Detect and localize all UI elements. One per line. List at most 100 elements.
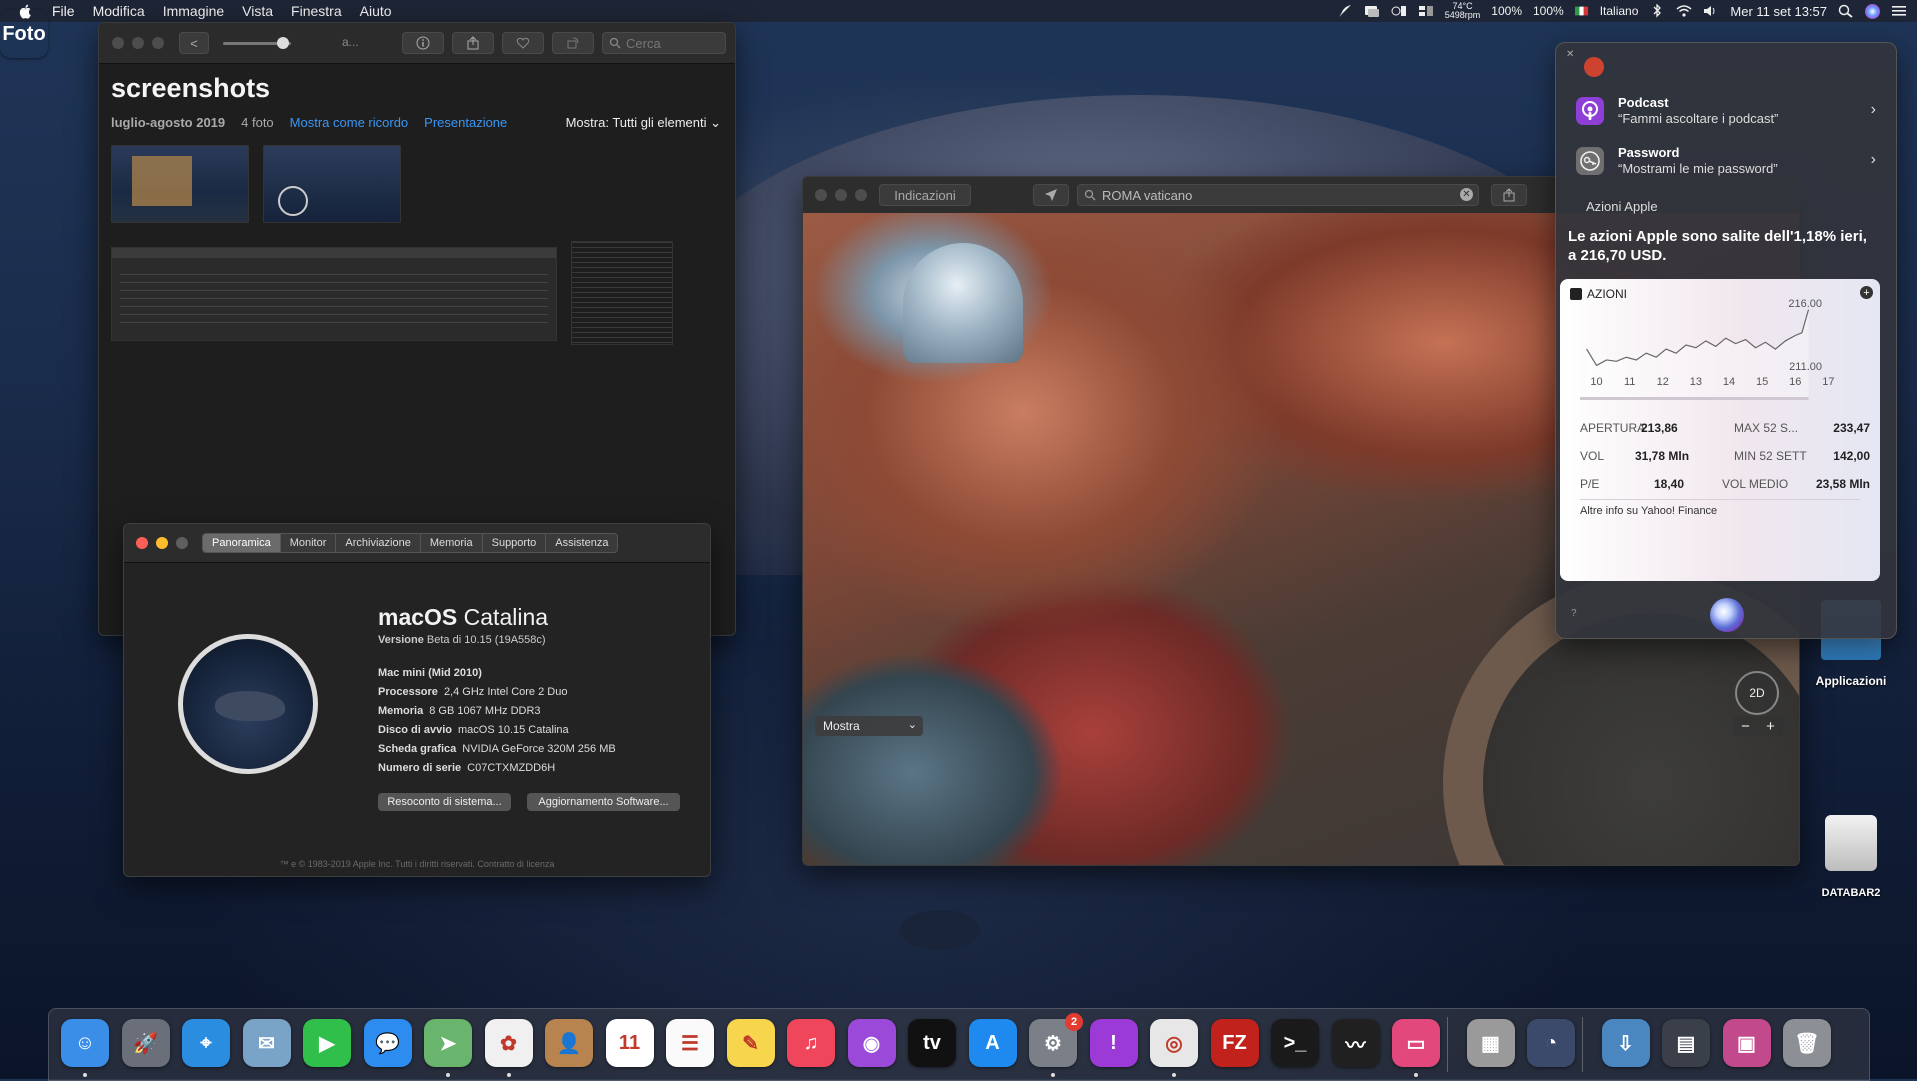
battery-percent-1[interactable]: 100% bbox=[1491, 4, 1522, 18]
facetime-icon[interactable]: ▶ bbox=[303, 1019, 351, 1067]
photo-thumbnail[interactable] bbox=[111, 145, 249, 223]
zoom-button[interactable] bbox=[855, 189, 867, 201]
screenshots-stack-icon[interactable]: ▤ bbox=[1662, 1019, 1710, 1067]
menu-file[interactable]: File bbox=[52, 3, 75, 19]
share-button[interactable] bbox=[1491, 184, 1527, 206]
cpu-temp-fan[interactable]: 74°C 5498rpm bbox=[1445, 2, 1481, 20]
menu-app-name[interactable]: Foto bbox=[0, 10, 48, 58]
reminders-icon[interactable]: ☰ bbox=[666, 1019, 714, 1067]
safari-icon[interactable]: ⌖ bbox=[182, 1019, 230, 1067]
show-as-memory-link[interactable]: Mostra come ricordo bbox=[290, 115, 408, 130]
show-filter-dropdown[interactable]: Mostra: Tutti gli elementi ⌄ bbox=[566, 115, 721, 131]
finder-icon[interactable]: ☺ bbox=[61, 1019, 109, 1067]
screen-sharing-icon[interactable]: ▣ bbox=[1722, 1019, 1771, 1067]
tab-supporto[interactable]: Supporto bbox=[481, 534, 546, 552]
slider-knob[interactable] bbox=[277, 37, 289, 49]
chrome-icon[interactable]: ◎ bbox=[1150, 1019, 1198, 1067]
tab-panoramica[interactable]: Panoramica bbox=[203, 534, 280, 552]
apple-tv-icon[interactable]: tv bbox=[908, 1019, 956, 1067]
minimize-button[interactable] bbox=[132, 37, 144, 49]
tab-memoria[interactable]: Memoria bbox=[419, 534, 482, 552]
minimize-button[interactable] bbox=[835, 189, 847, 201]
close-button[interactable] bbox=[112, 37, 124, 49]
downloads-folder-icon[interactable]: ⇩ bbox=[1601, 1019, 1650, 1067]
volume-icon[interactable] bbox=[1703, 4, 1719, 18]
network-stats-icon[interactable] bbox=[1418, 4, 1434, 18]
siri-menu-icon[interactable] bbox=[1865, 3, 1880, 19]
notification-center-icon[interactable] bbox=[1891, 4, 1907, 18]
menu-vista[interactable]: Vista bbox=[242, 3, 273, 19]
feather-icon[interactable] bbox=[1337, 4, 1353, 18]
italian-flag-icon[interactable] bbox=[1574, 4, 1589, 18]
slideshow-link[interactable]: Presentazione bbox=[424, 115, 507, 130]
maps-icon[interactable]: ➤ bbox=[424, 1019, 472, 1067]
close-button[interactable] bbox=[136, 537, 148, 549]
search-field[interactable]: Cerca bbox=[602, 32, 726, 54]
tab-monitor[interactable]: Monitor bbox=[279, 534, 336, 552]
zoom-out-button[interactable]: − bbox=[1733, 716, 1758, 736]
show-map-type-select[interactable]: Mostra ⌄ bbox=[815, 716, 923, 736]
input-source-label[interactable]: Italiano bbox=[1600, 4, 1639, 18]
help-button[interactable]: ? bbox=[1571, 608, 1577, 619]
podcasts-icon[interactable]: ◉ bbox=[847, 1019, 896, 1067]
notifications-icon[interactable] bbox=[1364, 4, 1380, 18]
back-button[interactable]: < bbox=[179, 32, 209, 54]
current-location-button[interactable] bbox=[1033, 184, 1069, 206]
zoom-in-button[interactable]: + bbox=[1758, 716, 1783, 736]
zoom-button[interactable] bbox=[176, 537, 188, 549]
close-button[interactable] bbox=[815, 189, 827, 201]
tab-archiviazione[interactable]: Archiviazione bbox=[335, 534, 420, 552]
desktop-icon-databar2[interactable]: DATABAR2 bbox=[1806, 815, 1896, 899]
maps-search-field[interactable]: ROMA vaticano ✕ bbox=[1077, 184, 1479, 206]
feedback-icon[interactable]: ! bbox=[1089, 1019, 1138, 1067]
rotate-button[interactable] bbox=[552, 32, 594, 54]
cleanmymac-icon[interactable]: ▭ bbox=[1392, 1019, 1440, 1067]
mail-stamp-icon[interactable]: ✉ bbox=[242, 1019, 291, 1067]
2d-compass-button[interactable]: 2D bbox=[1735, 671, 1779, 715]
messages-icon[interactable]: 💬 bbox=[363, 1019, 412, 1067]
directions-button[interactable]: Indicazioni bbox=[879, 184, 971, 206]
photo-thumbnail[interactable] bbox=[263, 145, 401, 223]
menu-immagine[interactable]: Immagine bbox=[163, 3, 224, 19]
contacts-icon[interactable]: 👤 bbox=[545, 1019, 593, 1067]
minimize-button[interactable] bbox=[156, 537, 168, 549]
menu-finestra[interactable]: Finestra bbox=[291, 3, 342, 19]
photo-thumbnail[interactable] bbox=[111, 247, 557, 341]
menu-modifica[interactable]: Modifica bbox=[93, 3, 145, 19]
system-preferences-icon[interactable]: ⚙ 2 bbox=[1029, 1013, 1083, 1067]
tab-assistenza[interactable]: Assistenza bbox=[545, 534, 618, 552]
bluetooth-icon[interactable] bbox=[1649, 4, 1665, 18]
info-button[interactable] bbox=[402, 32, 444, 54]
clear-search-icon[interactable]: ✕ bbox=[1460, 188, 1473, 201]
system-report-button[interactable]: Resoconto di sistema... bbox=[378, 793, 511, 811]
share-button[interactable] bbox=[452, 32, 494, 54]
photos-icon[interactable]: ✿ bbox=[484, 1019, 533, 1067]
app-store-icon[interactable]: A bbox=[968, 1019, 1017, 1067]
menu-aiuto[interactable]: Aiuto bbox=[360, 3, 392, 19]
thumbnail-size-slider[interactable] bbox=[223, 37, 291, 49]
filezilla-icon[interactable]: FZ bbox=[1210, 1019, 1259, 1067]
yahoo-finance-link[interactable]: Altre info su Yahoo! Finance bbox=[1580, 505, 1717, 517]
launchpad-icon[interactable]: 🚀 bbox=[121, 1019, 170, 1067]
siri-suggestion-password[interactable]: Password “Mostrami le mie password” › bbox=[1576, 141, 1876, 181]
siri-suggestion-podcast[interactable]: Podcast “Fammi ascoltare i podcast” › bbox=[1576, 91, 1876, 131]
favorite-button[interactable] bbox=[502, 32, 544, 54]
clock[interactable]: Mer 11 set 13:57 bbox=[1730, 4, 1827, 19]
siri-orb-icon[interactable] bbox=[1710, 598, 1744, 632]
software-update-button[interactable]: Aggiornamento Software... bbox=[527, 793, 680, 811]
activity-monitor-icon[interactable]: 〰 bbox=[1331, 1019, 1380, 1067]
battery-percent-2[interactable]: 100% bbox=[1533, 4, 1564, 18]
terminal-icon[interactable]: >_ bbox=[1271, 1019, 1319, 1067]
time-machine-icon[interactable]: ◔ bbox=[1527, 1019, 1575, 1067]
calendar-icon[interactable]: 11 bbox=[605, 1019, 654, 1067]
close-icon[interactable]: ✕ bbox=[1566, 49, 1574, 60]
stocks-card[interactable]: AZIONI + 10 11 12 13 14 15 16 17 216.00 211.00 AP… bbox=[1560, 279, 1880, 581]
music-icon[interactable]: ♫ bbox=[787, 1019, 835, 1067]
zoom-button[interactable] bbox=[152, 37, 164, 49]
temperature-icon[interactable] bbox=[1391, 4, 1407, 18]
photo-thumbnail[interactable] bbox=[571, 241, 673, 345]
wifi-icon[interactable] bbox=[1676, 4, 1692, 18]
trash-icon[interactable]: 🗑 bbox=[1783, 1019, 1831, 1067]
calculator-icon[interactable]: ▦ bbox=[1466, 1019, 1515, 1067]
notes-icon[interactable]: ✎ bbox=[726, 1019, 775, 1067]
